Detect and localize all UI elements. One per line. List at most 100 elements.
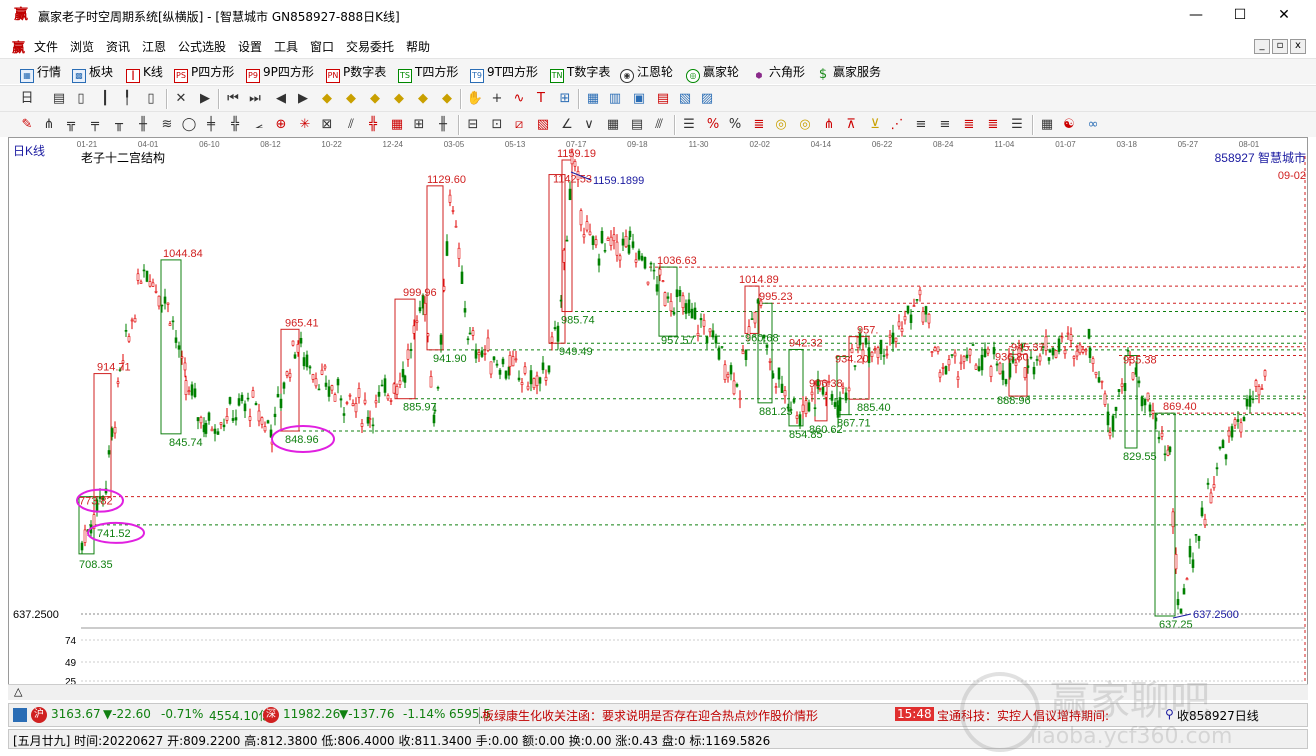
lines-3-icon[interactable]: ≣ xyxy=(960,116,978,134)
vshape-icon[interactable]: ∨ xyxy=(580,116,598,134)
diamond-4-icon[interactable]: ◆ xyxy=(390,90,408,108)
star-icon[interactable]: ✳ xyxy=(296,116,314,134)
mdi-minimize-button[interactable]: _ xyxy=(1254,39,1270,54)
parallel-icon[interactable]: ⫻ xyxy=(650,116,668,134)
hatched-box-icon[interactable]: ▧ xyxy=(534,116,552,134)
menu-settings[interactable]: 设置 xyxy=(238,38,262,55)
tb-quotes-button[interactable]: ▦ 行情 xyxy=(20,63,61,83)
tb-t-table-button[interactable]: TN T数字表 xyxy=(550,63,610,83)
gann-fan-icon[interactable]: ⋰ xyxy=(888,116,906,134)
tee-3-icon[interactable]: ╥ xyxy=(110,116,128,134)
close-button[interactable]: ✕ xyxy=(1262,4,1306,28)
wave-icon[interactable]: ≋ xyxy=(158,116,176,134)
tee-2-icon[interactable]: ╤ xyxy=(86,116,104,134)
tee-4-icon[interactable]: ╫ xyxy=(134,116,152,134)
pen-icon[interactable]: ✎ xyxy=(18,116,36,134)
speed-icon[interactable]: ≣ xyxy=(750,116,768,134)
lines-2-icon[interactable]: ≡ xyxy=(936,116,954,134)
kline-chart-panel[interactable]: 01-21 04-01 06-10 08-12 10-22 12-24 03-05 05-13… xyxy=(8,137,1308,700)
menu-info[interactable]: 资讯 xyxy=(106,38,130,55)
line-icon[interactable]: ∿ xyxy=(510,90,528,108)
menu-tools[interactable]: 工具 xyxy=(274,38,298,55)
tb-t-square-button[interactable]: TS T四方形 xyxy=(398,63,458,83)
chart-scrollbar[interactable]: △ xyxy=(8,684,1308,700)
tb-p-table-button[interactable]: PN P数字表 xyxy=(326,63,386,83)
print-icon[interactable]: ▤ xyxy=(654,90,672,108)
slope-icon[interactable]: ⫽ xyxy=(342,116,360,134)
box-pattern-icon[interactable]: ▦ xyxy=(388,116,406,134)
crosshair-icon[interactable]: + xyxy=(488,90,506,108)
menu-gann[interactable]: 江恩 xyxy=(142,38,166,55)
grid-lines-icon[interactable]: ╪ xyxy=(202,116,220,134)
target-icon[interactable]: ⊕ xyxy=(272,116,290,134)
first-icon[interactable]: ⏮ xyxy=(224,90,242,108)
doc-icon[interactable]: ▯ xyxy=(72,90,90,108)
mdi-close-button[interactable]: x xyxy=(1290,39,1306,54)
tb-9p-square-button[interactable]: P9 9P四方形 xyxy=(246,63,314,83)
bars-icon[interactable]: ┃ xyxy=(96,90,114,108)
grid-table-icon[interactable]: ▦ xyxy=(1038,116,1056,134)
angle-icon[interactable]: ⦟ xyxy=(250,116,268,134)
zoom-icon[interactable]: ⊞ xyxy=(556,90,574,108)
cycle-2-icon[interactable]: ╫ xyxy=(434,116,452,134)
tee-1-icon[interactable]: ╦ xyxy=(62,116,80,134)
percent-icon[interactable]: % xyxy=(726,116,744,134)
pitchfork-icon[interactable]: ⋔ xyxy=(820,116,838,134)
tb-hexagon-button[interactable]: ⬢ 六角形 xyxy=(752,63,806,81)
percent-box-icon[interactable]: % xyxy=(704,116,722,134)
minimize-button[interactable]: — xyxy=(1174,4,1218,28)
diag-box-icon[interactable]: ⧄ xyxy=(510,116,528,134)
coin-icon[interactable]: ◎ xyxy=(772,116,790,134)
bar-pattern-icon[interactable]: ╬ xyxy=(364,116,382,134)
square-icon[interactable]: ⊡ xyxy=(488,116,506,134)
candles-icon[interactable]: ╿ xyxy=(118,90,136,108)
calendar-icon[interactable]: ▦ xyxy=(584,90,602,108)
tb-sector-button[interactable]: ▩ 板块 xyxy=(72,63,113,83)
tb-service-button[interactable]: $ 赢家服务 xyxy=(816,63,881,81)
fan-icon[interactable]: ⋔ xyxy=(40,116,58,134)
matrix-icon[interactable]: ⊠ xyxy=(318,116,336,134)
export-icon[interactable]: ▧ xyxy=(676,90,694,108)
diamond-1-icon[interactable]: ◆ xyxy=(318,90,336,108)
lines-5-icon[interactable]: ☰ xyxy=(1008,116,1026,134)
ratio-icon[interactable]: ⊼ xyxy=(842,116,860,134)
flag-icon[interactable]: ▶ xyxy=(196,90,214,108)
levels-icon[interactable]: ☰ xyxy=(680,116,698,134)
hand-icon[interactable]: ✋ xyxy=(466,90,484,108)
gold-icon[interactable]: ⊻ xyxy=(866,116,884,134)
scroll-up-arrow-icon[interactable]: △ xyxy=(14,685,22,698)
table-2-icon[interactable]: ▤ xyxy=(628,116,646,134)
fib-icon[interactable]: ╬ xyxy=(226,116,244,134)
maximize-button[interactable]: ☐ xyxy=(1218,4,1262,28)
next-icon[interactable]: ▶ xyxy=(294,90,312,108)
save-icon[interactable]: ▣ xyxy=(630,90,648,108)
tb-kline-button[interactable]: ┃ K线 xyxy=(126,63,163,83)
tb-gann-wheel-button[interactable]: ◉ 江恩轮 xyxy=(620,63,673,83)
candle-select-icon[interactable]: ▯ xyxy=(142,90,160,108)
menu-browse[interactable]: 浏览 xyxy=(70,38,94,55)
yin-yang-icon[interactable]: ☯ xyxy=(1060,116,1078,134)
table-icon[interactable]: ▦ xyxy=(604,116,622,134)
diamond-5-icon[interactable]: ◆ xyxy=(414,90,432,108)
text-icon[interactable]: T xyxy=(532,90,550,108)
period-dropdown-icon[interactable]: 日 xyxy=(18,90,36,108)
menu-help[interactable]: 帮助 xyxy=(406,38,430,55)
calc-icon[interactable]: ▥ xyxy=(606,90,624,108)
lines-icon[interactable]: ≡ xyxy=(912,116,930,134)
diamond-3-icon[interactable]: ◆ xyxy=(366,90,384,108)
menu-file[interactable]: 文件 xyxy=(34,38,58,55)
circle-icon[interactable]: ◯ xyxy=(180,116,198,134)
prev-icon[interactable]: ◀ xyxy=(272,90,290,108)
cross-icon[interactable]: ✕ xyxy=(172,90,190,108)
diamond-6-icon[interactable]: ◆ xyxy=(438,90,456,108)
infinity-icon[interactable]: ∞ xyxy=(1084,116,1102,134)
chart-type-icon[interactable]: ▤ xyxy=(50,90,68,108)
cycle-icon[interactable]: ⊞ xyxy=(410,116,428,134)
ruler-icon[interactable]: ⊟ xyxy=(464,116,482,134)
last-icon[interactable]: ⏭ xyxy=(246,90,264,108)
menu-formula[interactable]: 公式选股 xyxy=(178,38,226,55)
ray-icon[interactable]: ∠ xyxy=(558,116,576,134)
menu-window[interactable]: 窗口 xyxy=(310,38,334,55)
diamond-2-icon[interactable]: ◆ xyxy=(342,90,360,108)
mdi-restore-button[interactable]: ▫ xyxy=(1272,39,1288,54)
